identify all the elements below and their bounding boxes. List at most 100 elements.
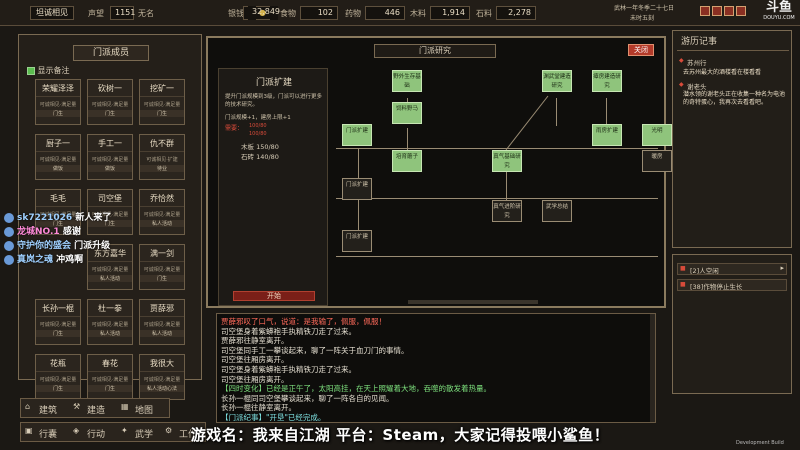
member-task: 待业 [140,165,184,172]
platform-sub: DOUYU.COM [763,15,795,21]
member-status: 可诚相见·扩建 [146,157,178,163]
chat-text: 感谢 [62,227,81,237]
speed-2-button[interactable] [724,6,734,16]
member-card[interactable]: 厨子一 可诚相见·满足量 做饭 [35,134,81,180]
alert-panel: ■ [2]人空闲 ▸ ■ [38]作物停止生长 [672,254,792,394]
member-task: 做饭 [88,165,132,172]
alert-crops[interactable]: ■ [38]作物停止生长 [677,279,787,291]
npc-icon: ◆ [679,81,684,88]
member-name: 手工一 [88,138,132,152]
member-status: 可诚相见·满足量 [91,102,129,108]
research-node[interactable]: 真气基础研究 [492,150,522,172]
res-value-wood: 1,914 [430,6,470,20]
menu-construct[interactable]: 建造 [87,403,105,416]
member-card[interactable]: 我很大 可诚相见·满足量 私人活动心法 [139,354,185,400]
journal-panel: 游历记事 ◆ 苏州行 去苏州最大的酒楼看在楼看看 ◆ 谢老头 潜水领的谢老头正在… [672,30,792,248]
rep-label: 声望 [88,9,104,18]
member-task: 门生 [36,385,80,392]
research-node[interactable]: 门派扩建 [342,178,372,200]
log-scrollbar[interactable] [650,314,655,422]
member-task: 私人活动 [88,330,132,337]
speed-1-button[interactable] [712,6,722,16]
res-label-money: 银钱 [228,9,244,18]
member-task: 私人活动 [88,275,132,282]
member-card[interactable]: 长孙一棍 可诚相见·满足量 门生 [35,299,81,345]
research-node[interactable]: 雨房扩建 [592,124,622,146]
member-status: 可诚相见·满足量 [143,322,181,328]
research-tree: 野外生存基础 渊武堂建造研究 瘴房建造研究 门派扩建 饲料野马 雨房扩建 光明 培育蘑子 真气基… [208,38,672,310]
chat-avatar-icon [4,212,14,223]
research-node[interactable]: 野外生存基础 [392,70,422,92]
research-node[interactable]: 瘴房建造研究 [592,70,622,92]
res-value-stone: 2,278 [496,6,536,20]
member-status: 可诚相见·满足量 [143,102,181,108]
rep-level: 无名 [138,9,154,18]
member-status: 可诚相见·满足量 [91,322,129,328]
menu-map[interactable]: 地图 [135,403,153,416]
member-card[interactable]: 仇不群可诚相见·扩建 待业 [139,134,185,180]
chat-text: 门派升级 [74,241,111,251]
member-task: 门生 [140,110,184,117]
member-panel: 门派成员 显示备注 荣耀泽泽 可诚相见·满足量 门生 砍树一 可诚相见·满足量 门生 挖矿一… [18,34,202,400]
research-node[interactable]: 渊武堂建造研究 [542,70,572,92]
chat-avatar-icon [4,254,14,265]
member-card[interactable]: 挖矿一可诚相见·满足量 门生 [139,79,185,125]
menu-build[interactable]: 建筑 [39,403,57,416]
pause-button[interactable] [700,6,710,16]
chat-message: 真岚之魂 冲鸡啊 [4,252,83,265]
dev-build-label: Development Build [736,440,784,446]
member-card[interactable]: 花瓶 可诚相见·满足量 门生 [35,354,81,400]
rep-value: 1151 [110,6,135,20]
member-name: 挖矿一 [140,83,184,97]
member-card[interactable]: 荣耀泽泽 可诚相见·满足量 门生 [35,79,81,125]
member-name: 春花 [88,358,132,372]
res-label-medicine: 药物 [345,9,361,18]
member-name: 仇不群 [140,138,184,152]
res-value-food: 102 [300,6,338,20]
member-name: 我很大 [140,358,184,372]
member-name: 杜一拳 [88,303,132,317]
research-node[interactable]: 光明 [642,124,672,146]
member-task: 门生 [88,110,132,117]
member-card[interactable]: 春花 可诚相见·满足量 门生 [87,354,133,400]
member-status: 可诚相见·满足量 [91,157,129,163]
arrow-right-icon: ▸ [780,264,784,272]
member-card[interactable]: 贾薛邪可诚相见·满足量 私人活动 [139,299,185,345]
status-field: 坦诚相见 [30,6,74,20]
chat-message: sk7221026 新人来了 [4,210,111,223]
res-label-wood: 木料 [410,9,426,18]
research-node[interactable]: 饲料野马 [392,102,422,124]
research-node[interactable]: 暖房 [642,150,672,172]
log-line: 【门派纪事】"开垦"已经完成。 [221,413,326,422]
member-name: 贾薛邪 [140,303,184,317]
member-task: 门生 [36,110,80,117]
research-node[interactable]: 门派扩建 [342,124,372,146]
member-card[interactable]: 杜一拳可诚相见·满足量 私人活动 [87,299,133,345]
platform-name: 斗鱼 [765,0,792,15]
research-node[interactable]: 门派扩建 [342,230,372,252]
res-label-stone: 石料 [476,9,492,18]
research-node[interactable]: 真气进阶研究 [492,200,522,222]
member-name: 砍树一 [88,83,132,97]
member-task: 私人活动 [140,330,184,337]
member-task: 门生 [140,275,184,282]
research-node[interactable]: 培育蘑子 [392,150,422,172]
member-name: 毛毛 [36,193,80,207]
member-card[interactable]: 手工一可诚相见·满足量 做饭 [87,134,133,180]
chat-text: 新人来了 [75,213,112,223]
alert-idle[interactable]: ■ [2]人空闲 ▸ [677,263,787,275]
speed-controls [700,6,760,18]
chat-user: 真岚之魂 [17,255,54,265]
speed-3-button[interactable] [736,6,746,16]
journal-title: 游历记事 [677,35,789,51]
res-label-food: 食物 [280,9,296,18]
journal-place: 苏州行 [687,59,707,67]
chat-user: sk7221026 [17,213,73,223]
place-icon: ◆ [679,57,684,64]
event-log: 贾薛邪叹了口气，说道：是我输了，佩服，佩服！ 司空堡身着紫蟒袍手执精铁刀走了过来。… [216,313,656,423]
tree-scrollbar[interactable] [408,300,538,304]
research-node[interactable]: 武学总结 [542,200,572,222]
journal-npc-desc: 潜水领的谢老头正在收集一种名为电池的奇特蛋心，我再次去看看吧。 [683,91,786,106]
member-card[interactable]: 砍树一可诚相见·满足量 门生 [87,79,133,125]
chat-user: 龙城NO.1 [17,227,60,237]
